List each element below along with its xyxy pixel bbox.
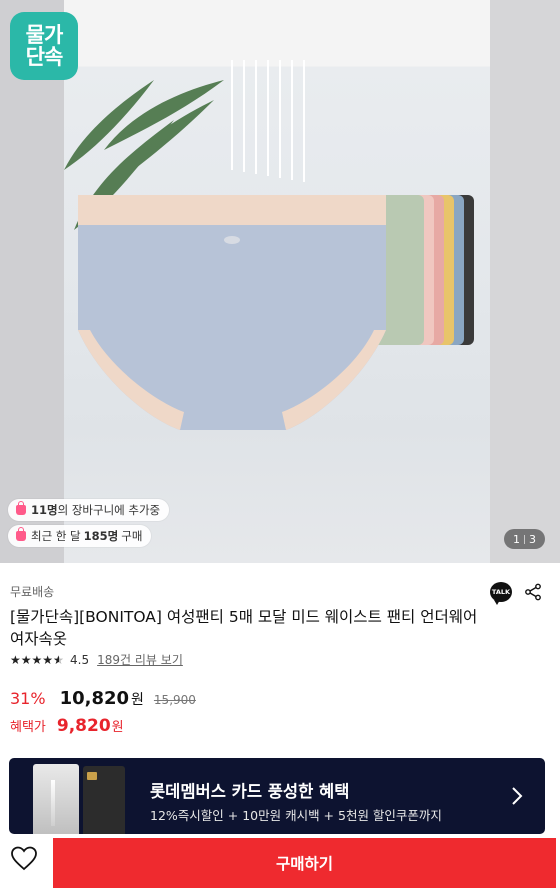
banner-subtitle: 12%즉시할인 + 10만원 캐시백 + 5천원 할인쿠폰까지 xyxy=(150,808,442,823)
pager-total: 3 xyxy=(529,532,536,546)
sale-price: 10,820 xyxy=(59,688,130,709)
original-price: 15,900 xyxy=(153,693,196,707)
purchase-prefix: 최근 한 달 xyxy=(31,529,81,543)
talk-icon-text: TALK xyxy=(491,588,511,596)
price-currency: 원 xyxy=(131,692,144,708)
underwear-illustration xyxy=(64,60,474,430)
kakao-talk-icon[interactable]: TALK xyxy=(490,582,512,605)
product-title: [물가단속][BONITOA] 여성팬티 5매 모달 미드 웨이스트 팬티 언더… xyxy=(10,608,478,648)
carousel-prev-peek xyxy=(0,0,64,563)
purchase-suffix: 구매 xyxy=(121,529,143,543)
share-icon[interactable] xyxy=(524,583,542,601)
benefit-price: 9,820 xyxy=(56,716,111,736)
benefit-label: 혜택가 xyxy=(10,720,46,735)
card-promo-banner[interactable]: 롯데멤버스 카드 풍성한 혜택 12%즉시할인 + 10만원 캐시백 + 5천원… xyxy=(9,758,545,834)
shipping-label: 무료배송 xyxy=(10,585,55,599)
image-pager: 1 3 xyxy=(504,529,545,549)
hangers xyxy=(231,60,305,182)
buy-button[interactable]: 구매하기 xyxy=(53,838,556,888)
bottom-action-bar: 구매하기 xyxy=(0,834,560,892)
price-row: 31% 10,820 원 15,900 xyxy=(10,688,196,709)
purchase-activity-chip: 최근 한 달 185명 구매 xyxy=(8,525,152,547)
brand-logo: 물가 단속 xyxy=(10,12,78,80)
pager-current: 1 xyxy=(513,532,520,546)
reviews-link[interactable]: 189건 리뷰 보기 xyxy=(97,651,183,668)
cart-text: 의 장바구니에 추가중 xyxy=(57,503,161,517)
rating-value: 4.5 xyxy=(70,652,90,667)
heart-icon[interactable] xyxy=(10,846,38,872)
star-rating-icon: ★★★★★★ xyxy=(10,652,64,667)
product-photo xyxy=(64,0,490,563)
front-panty xyxy=(78,195,386,430)
card-image-silver xyxy=(33,764,79,834)
banner-title: 롯데멤버스 카드 풍성한 혜택 xyxy=(150,782,350,801)
discount-rate: 31% xyxy=(10,689,46,708)
carousel-next-peek xyxy=(490,0,560,563)
purchase-count: 185명 xyxy=(83,529,119,543)
shopping-bag-icon xyxy=(16,501,26,515)
product-image-carousel[interactable]: 물가 단속 11명 의 장바구니에 추가중 최근 한 달 185명 구매 1 3 xyxy=(0,0,560,563)
card-image-black xyxy=(83,766,125,834)
share-actions: TALK xyxy=(490,582,542,605)
benefit-currency: 원 xyxy=(111,720,124,735)
logo-line-1: 물가 xyxy=(25,22,64,47)
rating-row: ★★★★★★ 4.5 189건 리뷰 보기 xyxy=(10,651,183,668)
cart-activity-chip: 11명 의 장바구니에 추가중 xyxy=(8,499,170,521)
shopping-bag-icon xyxy=(16,527,26,541)
chevron-right-icon xyxy=(512,787,523,805)
cart-count: 11명 xyxy=(31,503,58,517)
benefit-price-row: 혜택가 9,820 원 xyxy=(10,716,124,736)
pager-divider xyxy=(524,534,525,544)
logo-line-2: 단속 xyxy=(25,45,64,69)
